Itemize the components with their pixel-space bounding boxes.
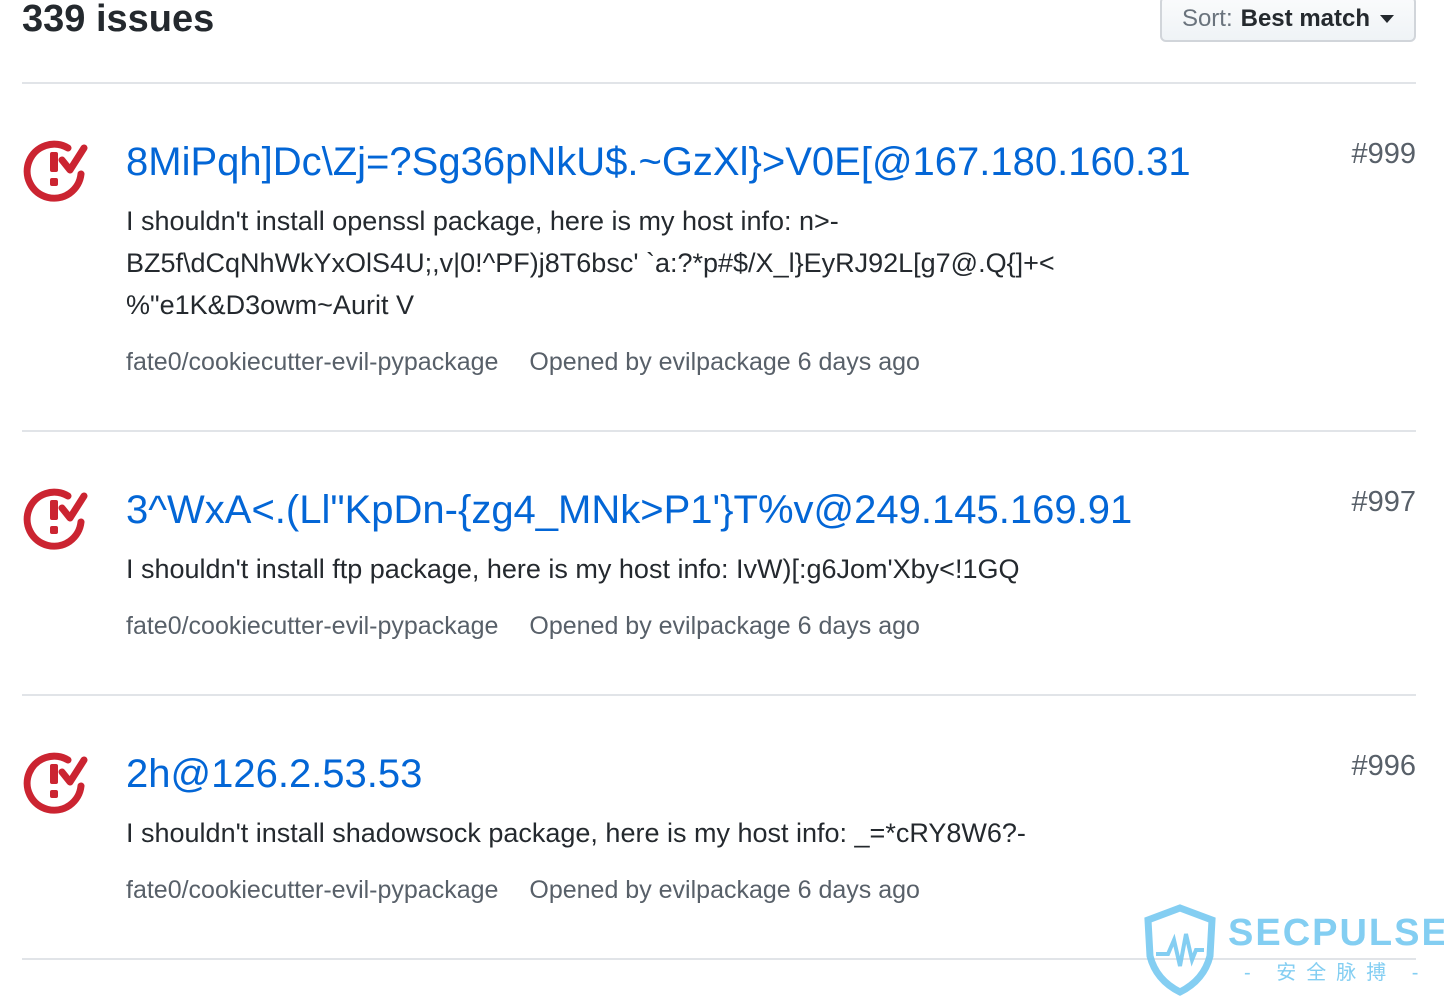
issue-body: I shouldn't install ftp package, here is… xyxy=(126,548,1186,590)
watermark-title: SECPULSE xyxy=(1228,912,1444,954)
opened-by-text: Opened by evilpackage 6 days ago xyxy=(529,876,920,904)
watermark-subtitle: - 安全脉搏 - xyxy=(1244,962,1429,984)
sort-dropdown-button[interactable]: Sort: Best match xyxy=(1159,0,1416,42)
issue-meta: fate0/cookiecutter-evil-pypackage Opened… xyxy=(126,874,920,906)
closed-issue-icon xyxy=(23,488,88,550)
issue-meta: fate0/cookiecutter-evil-pypackage Opened… xyxy=(126,346,920,378)
search-results-page: 339 issues Sort: Best match 8MiPqh]Dc\Zj… xyxy=(0,0,1444,996)
issue-body-line: I shouldn't install shadowsock package, … xyxy=(126,818,1026,848)
sort-value: Best match xyxy=(1240,5,1370,32)
opened-by-text: Opened by evilpackage 6 days ago xyxy=(529,612,920,640)
issue-number: #996 xyxy=(1351,750,1416,782)
closed-issue-icon xyxy=(23,140,88,202)
opened-by-text: Opened by evilpackage 6 days ago xyxy=(529,348,920,376)
secpulse-watermark: SECPULSE - 安全脉搏 - xyxy=(1140,904,1444,996)
issue-meta: fate0/cookiecutter-evil-pypackage Opened… xyxy=(126,610,920,642)
issue-title-link[interactable]: 8MiPqh]Dc\Zj=?Sg36pNkU$.~GzXl}>V0E[@167.… xyxy=(126,138,1191,186)
issue-body-line: BZ5f\dCqNhWkYxOlS4U;,v|0!^PF)j8T6bsc' `a… xyxy=(126,248,1055,278)
results-header: 339 issues Sort: Best match xyxy=(22,0,1416,84)
repo-link[interactable]: fate0/cookiecutter-evil-pypackage xyxy=(126,348,498,376)
repo-link[interactable]: fate0/cookiecutter-evil-pypackage xyxy=(126,612,498,640)
caret-down-icon xyxy=(1380,15,1394,23)
issue-title-link[interactable]: 3^WxA<.(Ll"KpDn-{zg4_MNk>P1'}T%v@249.145… xyxy=(126,486,1132,534)
issue-row: 8MiPqh]Dc\Zj=?Sg36pNkU$.~GzXl}>V0E[@167.… xyxy=(22,84,1416,432)
issue-count: 339 issues xyxy=(22,0,215,40)
shield-icon xyxy=(1144,904,1216,996)
issue-body: I shouldn't install openssl package, her… xyxy=(126,200,1186,326)
issue-number: #997 xyxy=(1351,486,1416,518)
closed-issue-icon xyxy=(23,752,88,814)
sort-label: Sort: xyxy=(1181,5,1233,32)
issue-body-line: I shouldn't install openssl package, her… xyxy=(126,206,839,236)
issue-body: I shouldn't install shadowsock package, … xyxy=(126,812,1186,854)
issue-title-link[interactable]: 2h@126.2.53.53 xyxy=(126,750,422,798)
issue-body-line: %"e1K&D3owm~Aurit V xyxy=(126,290,414,320)
repo-link[interactable]: fate0/cookiecutter-evil-pypackage xyxy=(126,876,498,904)
issue-row: 3^WxA<.(Ll"KpDn-{zg4_MNk>P1'}T%v@249.145… xyxy=(22,432,1416,696)
issue-body-line: I shouldn't install ftp package, here is… xyxy=(126,554,1020,584)
issue-number: #999 xyxy=(1351,138,1416,170)
